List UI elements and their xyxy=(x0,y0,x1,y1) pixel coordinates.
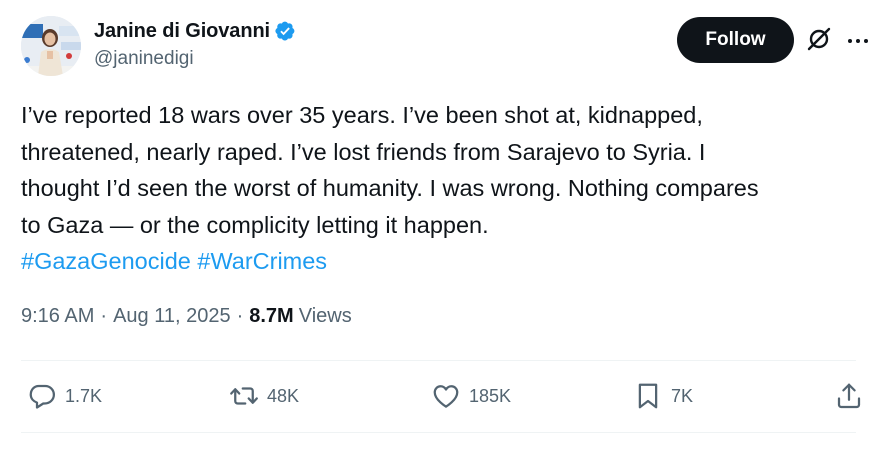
meta-separator: · xyxy=(100,305,108,327)
like-button[interactable]: 185K xyxy=(431,376,511,416)
post-time[interactable]: 9:16 AM xyxy=(21,305,94,328)
views-count: 8.7M xyxy=(249,305,294,327)
more-options-icon[interactable] xyxy=(846,29,870,53)
heart-icon xyxy=(433,385,459,408)
divider xyxy=(21,360,856,361)
hashtag-link[interactable]: #GazaGenocide xyxy=(21,248,191,274)
reply-button[interactable]: 1.7K xyxy=(27,376,102,416)
tweet-meta: 9:16 AM · Aug 11, 2025 · 8.7M Views xyxy=(21,305,352,328)
like-count: 185K xyxy=(469,385,512,406)
reply-icon xyxy=(29,384,55,409)
handle[interactable]: @janinedigi xyxy=(94,48,296,70)
tweet-line: I’ve reported 18 wars over 35 years. I’v… xyxy=(21,102,703,128)
action-bar: 1.7K 48K 185K 7K xyxy=(21,376,869,416)
views-label: Views xyxy=(298,305,352,327)
grok-icon[interactable] xyxy=(805,25,833,53)
repost-count: 48K xyxy=(267,385,300,406)
follow-button[interactable]: Follow xyxy=(677,17,794,63)
divider xyxy=(21,432,856,433)
meta-separator: · xyxy=(236,305,244,327)
bookmark-icon xyxy=(638,383,658,409)
post-date[interactable]: Aug 11, 2025 xyxy=(113,305,231,328)
tweet-line: to Gaza — or the complicity letting it h… xyxy=(21,211,489,238)
tweet-line: thought I’d seen the worst of humanity. … xyxy=(21,175,759,201)
hashtags: #GazaGenocide #WarCrimes xyxy=(21,243,856,280)
avatar[interactable] xyxy=(21,16,81,76)
author-names: Janine di Giovanni @janinedigi xyxy=(94,18,296,70)
bookmark-count: 7K xyxy=(671,385,694,406)
repost-icon xyxy=(230,387,258,405)
share-icon xyxy=(837,383,861,409)
verified-badge-icon[interactable] xyxy=(274,20,296,42)
tweet-header: Janine di Giovanni @janinedigi Follow xyxy=(21,15,871,77)
share-button[interactable] xyxy=(834,376,864,416)
display-name[interactable]: Janine di Giovanni xyxy=(94,20,270,43)
hashtag-link[interactable]: #WarCrimes xyxy=(197,248,327,274)
tweet-line: threatened, nearly raped. I’ve lost frie… xyxy=(21,138,706,165)
repost-button[interactable]: 48K xyxy=(229,376,299,416)
tweet-text: I’ve reported 18 wars over 35 years. I’v… xyxy=(21,97,856,280)
reply-count: 1.7K xyxy=(65,385,103,406)
bookmark-button[interactable]: 7K xyxy=(633,376,693,416)
avatar-image xyxy=(21,16,81,76)
